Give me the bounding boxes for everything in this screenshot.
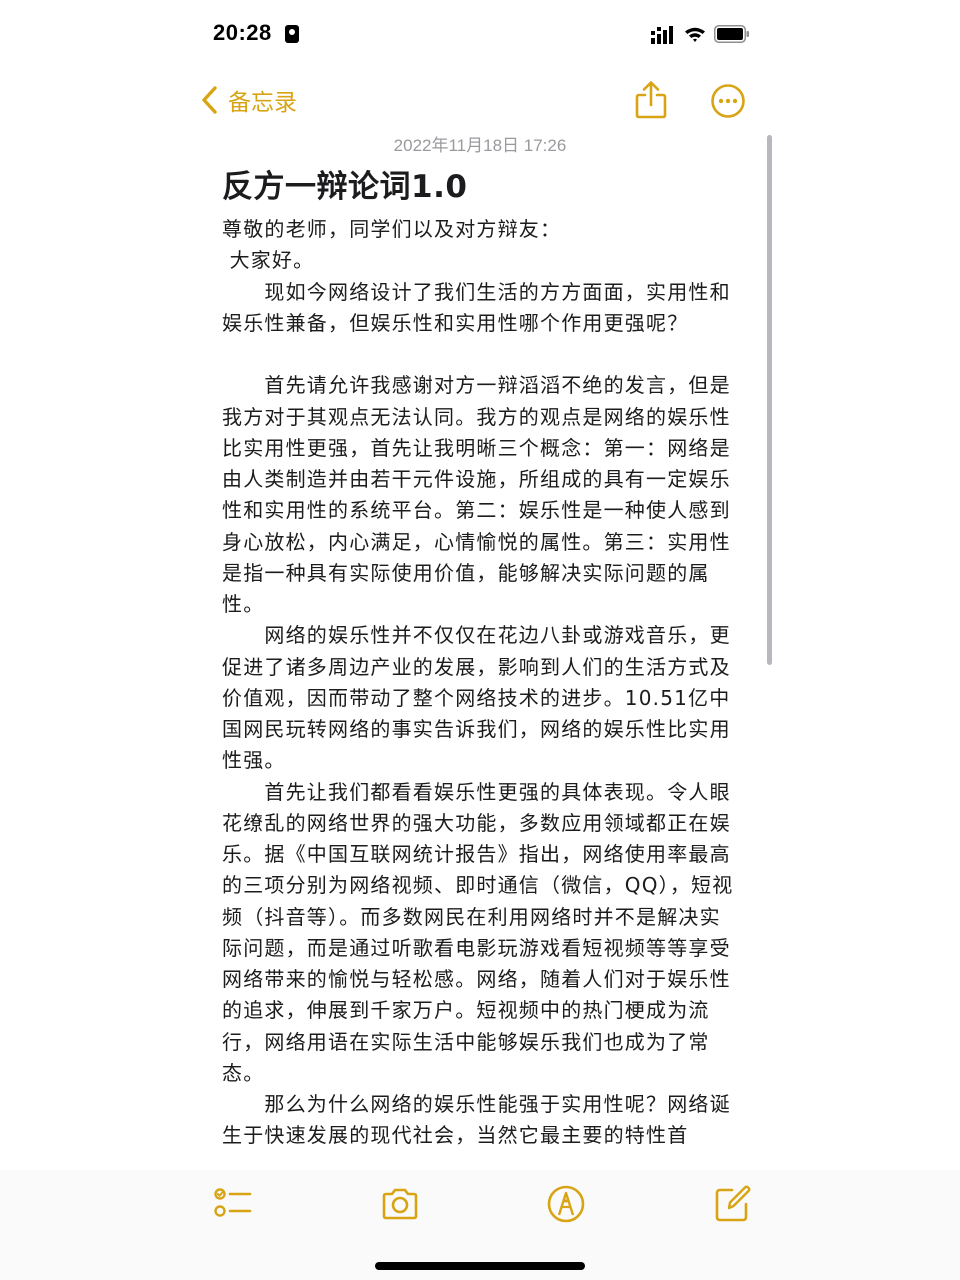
back-button[interactable]: 备忘录: [200, 82, 297, 118]
more-icon[interactable]: [710, 83, 746, 119]
note-date: 2022年11月18日 17:26: [393, 136, 567, 155]
markup-icon[interactable]: [546, 1184, 586, 1224]
status-time: 20:28: [213, 20, 272, 45]
wifi-icon: [685, 27, 705, 42]
note-body[interactable]: 尊敬的老师，同学们以及对方辩友： 大家好。 现如今网络设计了我们生活的方方面面，…: [222, 214, 737, 1152]
note-title[interactable]: 反方一辩论词1.0: [222, 160, 737, 214]
note-paragraph: 首先请允许我感谢对方一辩滔滔不绝的发言，但是我方对于其观点无法认同。我方的观点是…: [222, 373, 731, 616]
note-content[interactable]: 反方一辩论词1.0 尊敬的老师，同学们以及对方辩友： 大家好。 现如今网络设计了…: [222, 160, 737, 1164]
note-paragraph: 现如今网络设计了我们生活的方方面面，实用性和娱乐性兼备，但娱乐性和实用性哪个作用…: [222, 279, 731, 335]
note-paragraph: 首先让我们都看看娱乐性更强的具体表现。令人眼花缭乱的网络世界的强大功能，多数应用…: [222, 779, 734, 1085]
contact-icon: [285, 25, 299, 43]
note-blank-line: [222, 339, 737, 370]
scrollbar[interactable]: [767, 135, 772, 665]
signal-icon: [651, 26, 673, 44]
battery-icon: [714, 25, 749, 43]
camera-icon[interactable]: [380, 1184, 420, 1224]
note-paragraph: 尊敬的老师，同学们以及对方辩友：: [222, 217, 562, 241]
status-bar: 20:28: [0, 0, 960, 70]
home-indicator[interactable]: [375, 1262, 585, 1270]
note-paragraph: 网络的娱乐性并不仅仅在花边八卦或游戏音乐，更促进了诸多周边产业的发展，影响到人们…: [222, 623, 731, 773]
navigation-bar: 备忘录: [0, 70, 960, 130]
note-paragraph: 大家好。: [222, 248, 315, 273]
share-icon[interactable]: [634, 80, 668, 120]
back-label: 备忘录: [228, 90, 297, 116]
checklist-icon[interactable]: [213, 1184, 253, 1224]
note-paragraph: 那么为什么网络的娱乐性能强于实用性呢？网络诞生于快速发展的现代社会，当然它最主要…: [222, 1092, 731, 1148]
compose-icon[interactable]: [712, 1184, 752, 1224]
chevron-left-icon: [202, 86, 217, 114]
